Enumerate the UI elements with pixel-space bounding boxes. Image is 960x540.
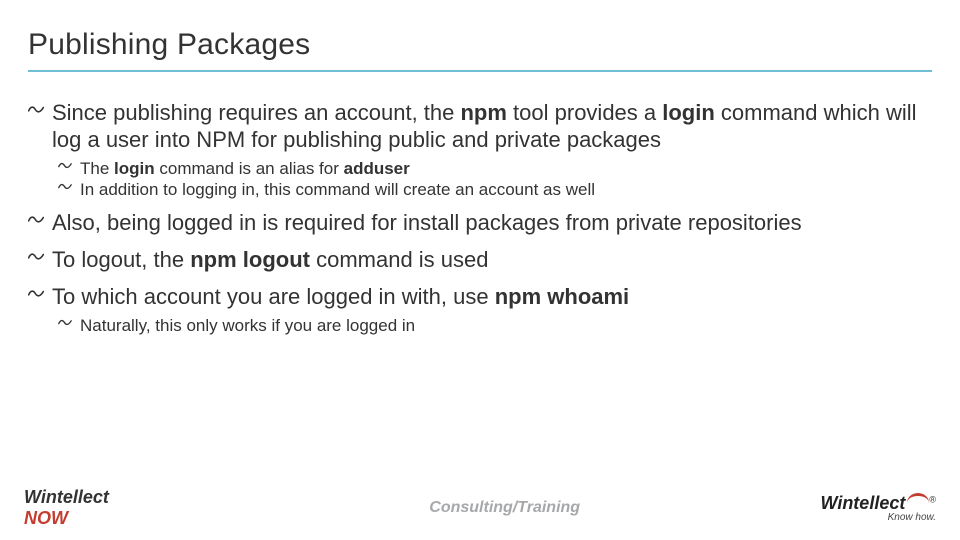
text: Naturally, this only works if you are lo…	[80, 316, 415, 335]
logo-wintellect: Wintellect ® Know how.	[820, 493, 936, 523]
footer-center-text: Consulting/Training	[429, 499, 580, 517]
logo-wintellect-now: Wintellect NOW	[24, 487, 109, 529]
sub-list: Naturally, this only works if you are lo…	[52, 315, 932, 336]
logo-text: Wintellect	[24, 487, 109, 507]
bold: login	[114, 159, 155, 178]
text: To which account you are logged in with,…	[52, 284, 495, 309]
bold: npm	[460, 100, 506, 125]
bullet-1: Since publishing requires an account, th…	[46, 100, 932, 200]
text: command is used	[310, 247, 489, 272]
bullet-4: To which account you are logged in with,…	[46, 284, 932, 336]
sub-bullet: In addition to logging in, this command …	[76, 179, 932, 200]
text: The	[80, 159, 114, 178]
logo-text: Wintellect	[820, 493, 905, 513]
sub-bullet: The login command is an alias for adduse…	[76, 158, 932, 179]
sub-list: The login command is an alias for adduse…	[52, 158, 932, 201]
swoosh-icon	[907, 493, 929, 503]
text: Since publishing requires an account, th…	[52, 100, 460, 125]
sub-bullet: Naturally, this only works if you are lo…	[76, 315, 932, 336]
bullet-2: Also, being logged in is required for in…	[46, 210, 932, 237]
text: To logout, the	[52, 247, 190, 272]
slide: Publishing Packages Since publishing req…	[0, 0, 960, 540]
bullet-3: To logout, the npm logout command is use…	[46, 247, 932, 274]
bold: login	[662, 100, 715, 125]
text: tool provides a	[507, 100, 662, 125]
bold: npm logout	[190, 247, 310, 272]
title-underline	[28, 70, 932, 72]
bullet-list: Since publishing requires an account, th…	[28, 100, 932, 336]
bold: adduser	[344, 159, 410, 178]
bold: npm whoami	[495, 284, 629, 309]
text: command is an alias for	[155, 159, 344, 178]
slide-title: Publishing Packages	[28, 28, 932, 62]
text: Also, being logged in is required for in…	[52, 210, 802, 235]
logo-tagline: Know how.	[820, 512, 936, 523]
footer: Wintellect NOW Consulting/Training Winte…	[0, 484, 960, 540]
registered-mark: ®	[929, 495, 936, 505]
logo-text: NOW	[24, 508, 68, 528]
text: In addition to logging in, this command …	[80, 180, 595, 199]
